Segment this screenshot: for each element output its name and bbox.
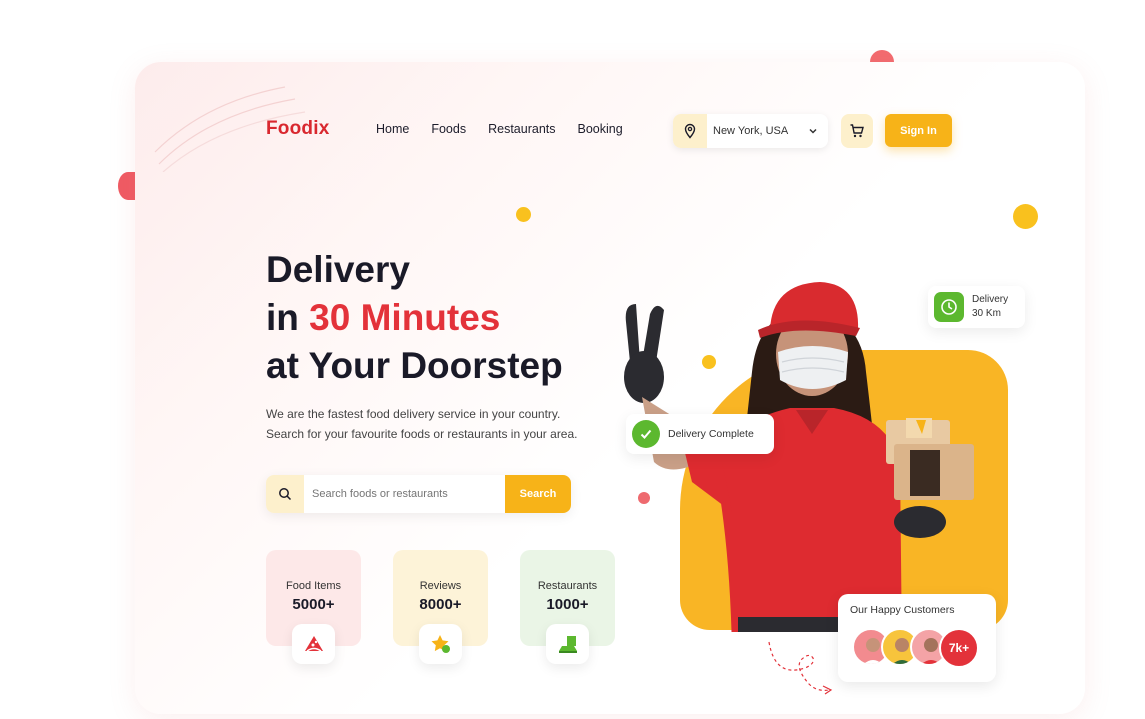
check-icon bbox=[632, 420, 660, 448]
happy-customers-title: Our Happy Customers bbox=[850, 604, 955, 616]
cart-icon bbox=[850, 124, 864, 138]
stat-card-reviews: Reviews 8000+ bbox=[393, 550, 488, 664]
search-icon bbox=[266, 475, 304, 513]
restaurant-icon bbox=[546, 624, 589, 664]
stat-value: 5000+ bbox=[292, 596, 335, 613]
customer-count: 7k+ bbox=[939, 628, 979, 668]
delivery-distance-text: Delivery 30 Km bbox=[972, 293, 1008, 321]
location-pin-icon bbox=[673, 114, 707, 148]
hero-line-2-accent: 30 Minutes bbox=[309, 297, 501, 338]
location-select[interactable]: New York, USA bbox=[673, 114, 828, 148]
stat-card-food-items: Food Items 5000+ bbox=[266, 550, 361, 664]
stat-value: 8000+ bbox=[419, 596, 462, 613]
main-nav: Home Foods Restaurants Booking bbox=[376, 122, 645, 136]
search-bar: Search bbox=[266, 475, 571, 513]
decor-dashed-path bbox=[768, 641, 833, 695]
signin-button[interactable]: Sign In bbox=[885, 114, 952, 147]
star-icon bbox=[419, 624, 462, 664]
happy-customers-card: Our Happy Customers 7k+ bbox=[838, 594, 996, 682]
hero-line-3: at Your Doorstep bbox=[266, 345, 563, 386]
hero-line-1: Delivery bbox=[266, 249, 410, 290]
stat-label: Restaurants bbox=[537, 580, 598, 592]
stat-label: Reviews bbox=[419, 580, 462, 592]
location-value: New York, USA bbox=[713, 125, 789, 137]
customer-avatars: 7k+ bbox=[852, 628, 979, 668]
clock-icon bbox=[934, 292, 964, 322]
nav-booking[interactable]: Booking bbox=[578, 122, 623, 136]
stat-label: Food Items bbox=[285, 580, 342, 592]
search-input[interactable] bbox=[304, 488, 505, 500]
delivery-complete-badge: Delivery Complete bbox=[626, 414, 774, 454]
decor-dot bbox=[516, 207, 531, 222]
nav-home[interactable]: Home bbox=[376, 122, 409, 136]
nav-restaurants[interactable]: Restaurants bbox=[488, 122, 555, 136]
stat-card-restaurants: Restaurants 1000+ bbox=[520, 550, 615, 664]
stat-value: 1000+ bbox=[546, 596, 589, 613]
hero-title: Delivery in 30 Minutes at Your Doorstep bbox=[266, 246, 563, 390]
search-button[interactable]: Search bbox=[505, 475, 571, 513]
landing-card: Foodix Home Foods Restaurants Booking Ne… bbox=[135, 62, 1085, 714]
page: Foodix Home Foods Restaurants Booking Ne… bbox=[0, 0, 1145, 719]
brand-logo[interactable]: Foodix bbox=[266, 118, 329, 140]
delivery-distance-line-2: 30 Km bbox=[972, 308, 1001, 319]
cart-button[interactable] bbox=[841, 114, 873, 148]
delivery-distance-badge: Delivery 30 Km bbox=[928, 286, 1025, 328]
hero-subtitle: We are the fastest food delivery service… bbox=[266, 407, 578, 441]
decor-dot bbox=[1013, 204, 1038, 229]
hero-line-2-prefix: in bbox=[266, 297, 310, 338]
delivery-distance-line-1: Delivery bbox=[972, 294, 1009, 305]
delivery-complete-text: Delivery Complete bbox=[668, 428, 754, 440]
chevron-down-icon bbox=[809, 128, 817, 134]
nav-foods[interactable]: Foods bbox=[431, 122, 466, 136]
pizza-icon bbox=[292, 624, 335, 664]
